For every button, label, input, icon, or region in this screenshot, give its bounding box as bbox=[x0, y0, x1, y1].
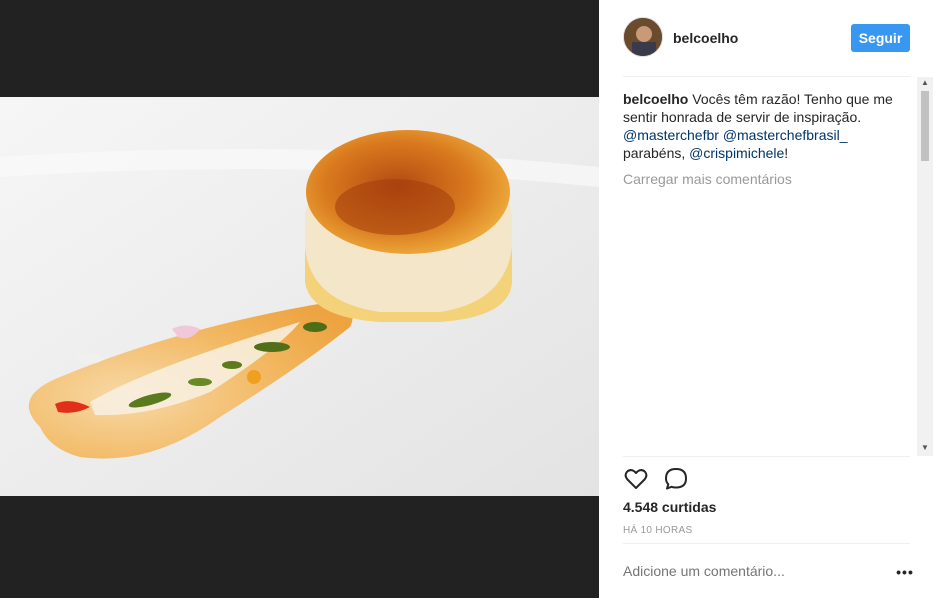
mention-masterchefbrasil[interactable]: @masterchefbrasil_ bbox=[723, 127, 848, 143]
comments-list: belcoelho Vocês têm razão! Tenho que me … bbox=[623, 90, 903, 450]
likes-count[interactable]: 4.548 curtidas bbox=[623, 499, 716, 515]
scroll-down-icon[interactable]: ▼ bbox=[920, 443, 930, 453]
actions-divider bbox=[623, 456, 910, 457]
more-options-icon[interactable]: ••• bbox=[893, 562, 917, 582]
caption-text-3: ! bbox=[784, 145, 789, 161]
load-more-comments[interactable]: Carregar mais comentários bbox=[623, 170, 903, 188]
post-header: belcoelho Seguir bbox=[623, 17, 910, 59]
post-timestamp: HÁ 10 HORAS bbox=[623, 525, 693, 536]
comment-input[interactable] bbox=[623, 563, 863, 579]
caption: belcoelho Vocês têm razão! Tenho que me … bbox=[623, 90, 903, 162]
caption-username[interactable]: belcoelho bbox=[623, 91, 688, 107]
caption-text-2: parabéns, bbox=[623, 145, 690, 161]
mention-masterchefbr[interactable]: @masterchefbr bbox=[623, 127, 719, 143]
scroll-thumb[interactable] bbox=[921, 91, 929, 161]
media-pane bbox=[0, 0, 599, 598]
post-username[interactable]: belcoelho bbox=[673, 30, 738, 46]
comments-scrollbar[interactable]: ▲ ▼ bbox=[917, 77, 933, 456]
comment-icon[interactable] bbox=[663, 466, 689, 492]
scroll-up-icon[interactable]: ▲ bbox=[920, 78, 930, 88]
post-photo[interactable] bbox=[0, 97, 599, 496]
header-divider bbox=[623, 76, 910, 77]
avatar[interactable] bbox=[623, 17, 663, 57]
follow-button[interactable]: Seguir bbox=[851, 24, 910, 52]
comment-divider bbox=[623, 543, 910, 544]
mention-crispimichele[interactable]: @crispimichele bbox=[689, 145, 784, 161]
heart-icon[interactable] bbox=[623, 466, 649, 492]
